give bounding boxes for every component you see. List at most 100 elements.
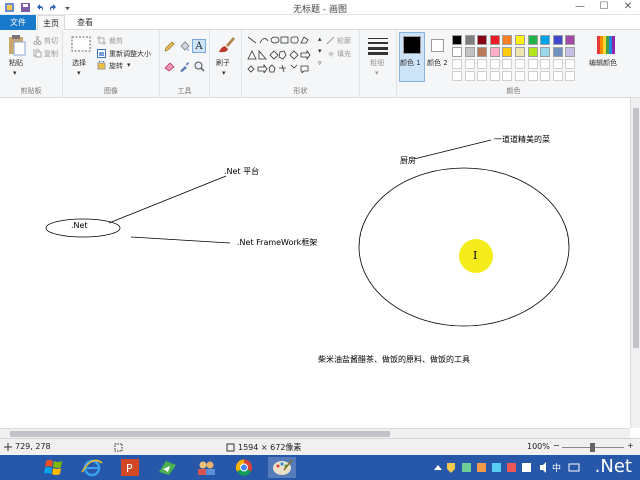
close-button[interactable]: ✕ <box>616 0 640 15</box>
brush-icon[interactable] <box>216 35 236 55</box>
users-icon[interactable] <box>192 457 220 478</box>
custom-color-slot[interactable] <box>489 59 500 69</box>
horizontal-scrollbar[interactable] <box>0 428 630 438</box>
zoom-slider-thumb[interactable] <box>590 443 595 452</box>
horizontal-scroll-thumb[interactable] <box>10 431 390 437</box>
ribbon: 粘贴 ▾ 剪切 复制 剪贴板 选择 ▾ 裁剪 重新调整大小 旋转 ▾ 图像 A <box>0 30 640 98</box>
palette-swatch[interactable] <box>477 35 488 45</box>
cut-button[interactable]: 剪切 <box>44 36 58 46</box>
palette-swatch[interactable] <box>477 47 488 57</box>
tab-file[interactable]: 文件 <box>0 15 36 30</box>
start-button-icon[interactable] <box>40 457 68 478</box>
palette-swatch[interactable] <box>489 47 500 57</box>
palette-swatch[interactable] <box>515 35 525 45</box>
color1-swatch[interactable] <box>403 36 421 54</box>
select-icon[interactable] <box>71 36 91 53</box>
paint-taskbar-icon <box>273 459 293 475</box>
copy-icon[interactable] <box>33 49 42 58</box>
powerpoint-icon[interactable]: P <box>116 457 144 478</box>
minimize-button[interactable]: — <box>568 0 592 15</box>
palette-swatch[interactable] <box>489 35 500 45</box>
color2-swatch[interactable] <box>431 39 444 52</box>
custom-color-slot[interactable] <box>552 59 563 69</box>
palette-swatch[interactable] <box>502 35 513 45</box>
palette-swatch[interactable] <box>565 47 576 57</box>
vertical-scroll-thumb[interactable] <box>633 108 639 348</box>
palette-swatch[interactable] <box>527 47 538 57</box>
file-manager-icon[interactable] <box>154 457 182 478</box>
select-button[interactable]: 选择 <box>72 58 86 68</box>
ie-icon[interactable] <box>78 457 106 478</box>
palette-swatch[interactable] <box>565 35 576 45</box>
custom-color-slot[interactable] <box>477 59 488 69</box>
custom-color-slot[interactable] <box>565 59 576 69</box>
text-tool-icon[interactable]: A <box>192 39 206 53</box>
color2-label: 颜色 2 <box>427 59 448 67</box>
crop-button[interactable]: 裁剪 <box>109 36 123 46</box>
palette-swatch[interactable] <box>552 47 563 57</box>
colors-group: 颜色 1 颜色 2 编辑颜色 颜色 <box>397 30 630 98</box>
crop-icon[interactable] <box>97 36 106 45</box>
custom-color-slot[interactable] <box>477 71 488 81</box>
palette-swatch[interactable] <box>502 47 513 57</box>
vertical-scrollbar[interactable] <box>630 98 640 428</box>
chrome-icon[interactable] <box>230 457 258 478</box>
palette-swatch[interactable] <box>464 35 475 45</box>
copy-button[interactable]: 复制 <box>44 49 58 59</box>
rotate-button[interactable]: 旋转 <box>109 61 123 71</box>
palette-swatch[interactable] <box>452 47 462 57</box>
eraser-icon[interactable] <box>164 61 175 72</box>
outline-icon[interactable] <box>326 36 335 45</box>
custom-color-slot[interactable] <box>527 71 538 81</box>
pencil-icon[interactable] <box>164 41 175 52</box>
palette-swatch[interactable] <box>540 35 551 45</box>
custom-color-slot[interactable] <box>565 71 576 81</box>
drawing-canvas[interactable]: .Net .Net 平台 .Net FrameWork框架 厨房 一道道精美的菜… <box>0 98 630 428</box>
size-icon[interactable] <box>367 37 389 55</box>
resize-icon[interactable] <box>97 49 106 58</box>
size-button[interactable]: 粗细 <box>370 58 384 68</box>
paint-window: 无标题 - 画图 — ☐ ✕ 文件 主页 查看 粘贴 ▾ 剪切 复制 剪贴板 选… <box>0 0 640 480</box>
maximize-button[interactable]: ☐ <box>592 0 616 15</box>
brushes-button[interactable]: 刷子 <box>216 58 230 68</box>
custom-color-slot[interactable] <box>502 59 513 69</box>
palette-swatch[interactable] <box>552 35 563 45</box>
cut-icon[interactable] <box>33 36 42 45</box>
resize-button[interactable]: 重新调整大小 <box>109 49 151 59</box>
palette-swatch[interactable] <box>452 35 462 45</box>
zoom-out-button[interactable]: − <box>553 441 560 450</box>
edit-colors-button[interactable]: 编辑颜色 <box>589 58 617 68</box>
shape-fill-button[interactable]: 填充 <box>337 49 351 59</box>
custom-color-slot[interactable] <box>464 71 475 81</box>
custom-color-slot[interactable] <box>452 59 462 69</box>
palette-swatch[interactable] <box>464 47 475 57</box>
rotate-icon[interactable] <box>97 61 106 70</box>
palette-swatch[interactable] <box>540 47 551 57</box>
fill-icon[interactable] <box>179 41 190 52</box>
custom-color-slot[interactable] <box>540 71 551 81</box>
magnifier-icon[interactable] <box>194 61 205 72</box>
tab-home[interactable]: 主页 <box>37 15 65 31</box>
outline-button[interactable]: 轮廓 <box>337 36 351 46</box>
custom-color-slot[interactable] <box>515 59 525 69</box>
custom-color-slot[interactable] <box>552 71 563 81</box>
custom-color-slot[interactable] <box>464 59 475 69</box>
palette-swatch[interactable] <box>515 47 525 57</box>
custom-color-slot[interactable] <box>489 71 500 81</box>
shape-fill-icon[interactable] <box>326 49 335 58</box>
custom-color-slot[interactable] <box>452 71 462 81</box>
paste-button[interactable]: 粘贴 <box>9 58 23 68</box>
palette-swatch[interactable] <box>527 35 538 45</box>
paste-icon[interactable] <box>7 34 27 56</box>
color-picker-icon[interactable] <box>179 61 190 72</box>
custom-color-slot[interactable] <box>515 71 525 81</box>
tools-group-label: 工具 <box>177 87 192 95</box>
custom-color-slot[interactable] <box>527 59 538 69</box>
tab-view[interactable]: 查看 <box>70 15 100 30</box>
shapes-gallery-icon[interactable] <box>246 35 316 73</box>
custom-color-slot[interactable] <box>540 59 551 69</box>
paint-taskbar-button[interactable] <box>268 457 296 478</box>
zoom-in-button[interactable]: + <box>627 441 634 450</box>
custom-color-slot[interactable] <box>502 71 513 81</box>
edit-colors-icon[interactable] <box>596 35 616 55</box>
